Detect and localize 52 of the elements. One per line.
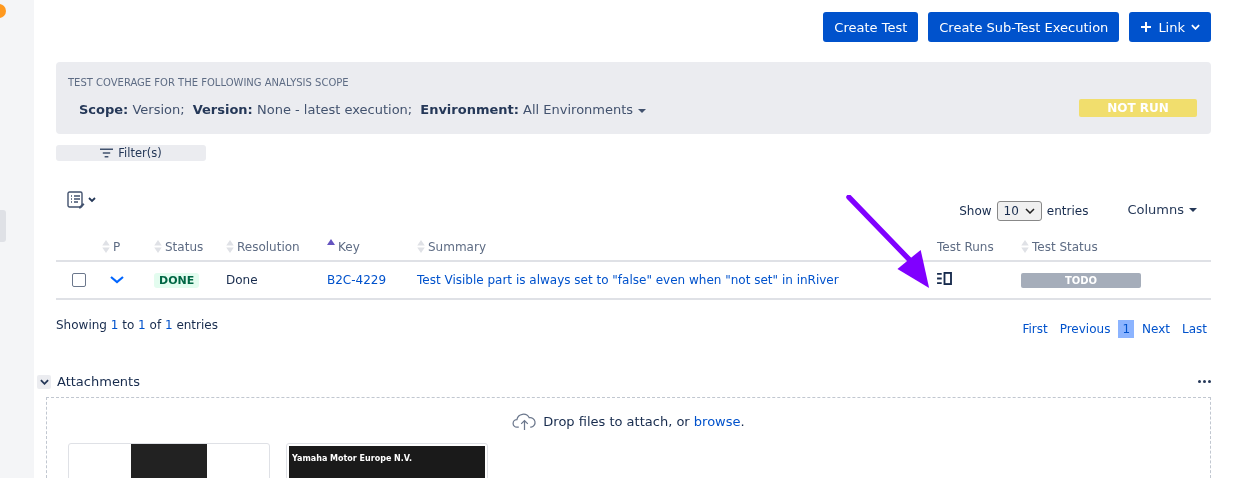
action-button[interactable]: Create Sub-Test Execution xyxy=(928,12,1120,42)
action-button[interactable]: Create Test xyxy=(823,12,919,42)
issue-key-link[interactable]: B2C-4229 xyxy=(327,273,417,287)
table-cell-text: Done xyxy=(226,273,259,287)
entries-info: Showing 1 to 1 of 1 entries xyxy=(56,318,218,332)
list-edit-icon[interactable] xyxy=(67,191,97,209)
chevron-icon xyxy=(39,378,49,385)
status-badge: NOT RUN xyxy=(1079,99,1197,117)
scope-dropdown[interactable]: Environment: All Environments xyxy=(420,102,647,117)
chevron-icon xyxy=(1191,24,1200,30)
scope-text: Version: None - latest execution; xyxy=(192,102,413,117)
caret-icon xyxy=(1189,208,1197,212)
more-icon[interactable] xyxy=(1198,380,1211,383)
browse-link[interactable]: browse xyxy=(693,414,741,429)
row-checkbox[interactable] xyxy=(72,273,86,287)
collapse-toggle[interactable] xyxy=(37,374,51,389)
chevron-icon xyxy=(1024,208,1035,214)
test-status-bar: TODO xyxy=(1021,272,1141,288)
page-size-select[interactable]: 10 xyxy=(996,201,1042,221)
summary-link[interactable]: Test Visible part is always set to "false" even when "not set" in inRiver xyxy=(417,273,937,287)
column-header[interactable]: P xyxy=(102,239,148,254)
caret-icon[interactable] xyxy=(638,108,647,113)
page-link[interactable]: Previous xyxy=(1055,320,1115,338)
filter-button[interactable]: Filter(s) xyxy=(56,145,206,161)
page-link[interactable]: Next xyxy=(1138,320,1174,338)
scope-text: Scope: Version; xyxy=(79,102,185,117)
columns-menu[interactable]: Columns xyxy=(1127,201,1197,217)
column-header[interactable]: Status xyxy=(148,239,226,254)
section-title: Attachments xyxy=(57,374,140,389)
action-button[interactable]: Link xyxy=(1129,12,1211,42)
status-lozenge: DONE xyxy=(154,273,200,288)
drop-instructions: Drop files to attach, or browse. xyxy=(543,414,745,429)
page-link[interactable]: First xyxy=(1018,320,1052,338)
preview-title: Yamaha Motor Europe N.V. xyxy=(292,454,413,463)
sort-ascending-icon[interactable] xyxy=(327,237,335,246)
column-header[interactable]: Resolution xyxy=(226,239,327,254)
column-header[interactable]: Summary xyxy=(417,239,937,254)
filter-icon xyxy=(100,148,114,158)
column-header[interactable]: Test Runs xyxy=(937,239,1021,254)
column-header[interactable]: Test Status xyxy=(1021,239,1211,254)
drop-zone[interactable]: Drop files to attach, or browse. Yamaha Motor Europe N.V. xyxy=(46,397,1211,478)
column-header[interactable]: Key xyxy=(327,239,417,254)
page-link[interactable]: Last xyxy=(1178,320,1211,338)
entries-text: Show xyxy=(959,204,992,218)
attachment-thumbnail[interactable]: Yamaha Motor Europe N.V. xyxy=(286,443,488,478)
test-runs-icon[interactable] xyxy=(937,272,952,285)
priority-low-icon xyxy=(110,276,124,284)
panel-heading: TEST COVERAGE FOR THE FOLLOWING ANALYSIS SCOPE xyxy=(68,77,350,88)
plus-icon xyxy=(1140,21,1153,33)
upload-cloud-icon xyxy=(512,412,538,431)
entries-text: entries xyxy=(1046,204,1089,218)
attachment-thumbnail[interactable] xyxy=(68,443,270,478)
